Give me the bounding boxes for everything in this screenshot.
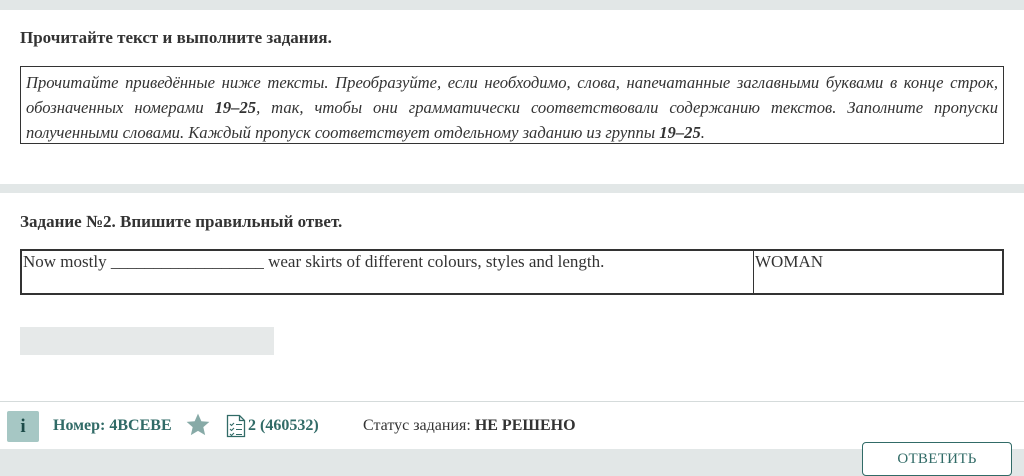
star-icon[interactable] [185,412,211,438]
instructions-text: Прочитайте приведённые ниже тексты. Прео… [26,73,998,142]
task-sentence: Now mostly __________________ wear skirt… [22,251,754,293]
status-value: НЕ РЕШЕНО [474,417,576,434]
instructions-card: Прочитайте текст и выполните задания. Пр… [0,10,1024,184]
task-link[interactable]: 2 (460532) [248,417,319,435]
task-table: Now mostly __________________ wear skirt… [20,249,1004,295]
instructions-box: Прочитайте приведённые ниже тексты. Прео… [20,66,1004,144]
range-label: 19–25 [214,98,257,117]
answer-button[interactable]: ОТВЕТИТЬ [862,442,1012,476]
info-icon[interactable]: i [7,411,39,442]
range-label: 19–25 [659,123,701,142]
task-card: Задание №2. Впишите правильный ответ. No… [0,193,1024,401]
answer-input[interactable] [20,327,274,355]
checklist-icon [226,414,246,438]
section-heading: Прочитайте текст и выполните задания. [20,28,332,47]
task-status: Статус задания: НЕ РЕШЕНО [363,417,576,434]
task-keyword: WOMAN [755,252,823,271]
task-number[interactable]: Номер: 4BCEBE [53,417,172,435]
task-heading: Задание №2. Впишите правильный ответ. [20,212,343,231]
